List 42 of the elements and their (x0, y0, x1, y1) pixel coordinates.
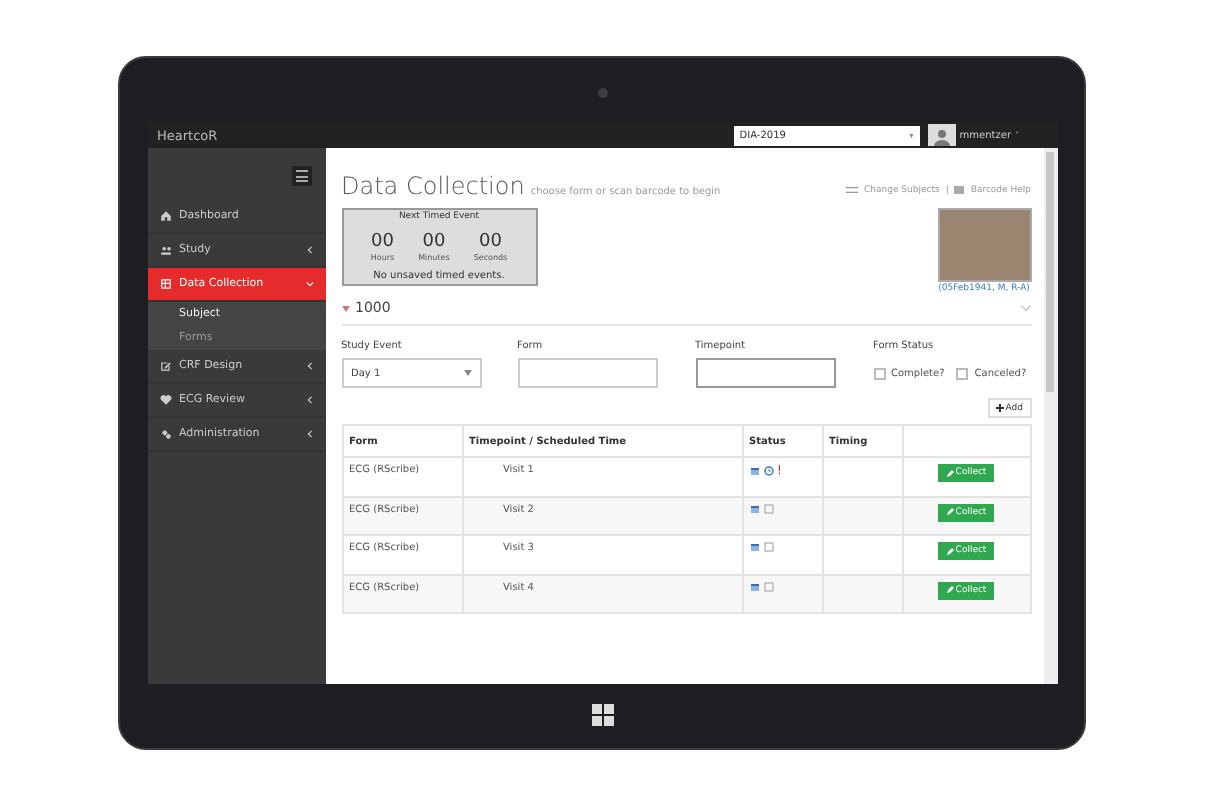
pencil-icon (945, 586, 954, 594)
chevron-icon (305, 280, 313, 288)
barcode-icon (954, 186, 965, 194)
timer-value: 00 (422, 231, 446, 251)
photo-placeholder (937, 208, 1031, 282)
calendar-icon (749, 542, 759, 552)
pencil-icon (945, 508, 954, 516)
square-icon (763, 581, 773, 591)
heart-icon (159, 394, 171, 406)
pencil-icon (945, 547, 954, 555)
timepoint-input[interactable] (695, 358, 835, 388)
timer-value: 00 (479, 231, 502, 251)
square-icon (763, 542, 773, 552)
plus-icon (995, 404, 1004, 412)
timer-value: 00 (370, 231, 394, 251)
swap-icon (846, 186, 858, 194)
menu-icon[interactable] (291, 166, 311, 186)
edit-icon (159, 360, 171, 372)
chevron-icon (305, 362, 313, 370)
grid-icon (159, 278, 171, 290)
chevron-icon (305, 430, 313, 438)
caret-icon (341, 305, 349, 311)
calendar-icon (749, 466, 759, 476)
gears-icon (159, 428, 171, 440)
calendar-icon (749, 581, 759, 591)
checkbox[interactable] (873, 367, 885, 379)
users-icon (159, 244, 171, 256)
chevron-icon (305, 246, 313, 254)
chevron-icon[interactable] (1019, 304, 1031, 312)
square-icon (763, 503, 773, 513)
chevron-icon (305, 396, 313, 404)
checkbox[interactable] (956, 367, 969, 379)
avatar-icon (927, 124, 956, 146)
form-input[interactable] (517, 358, 657, 388)
page-title: Data Collection (341, 172, 525, 200)
camera-icon (597, 88, 607, 98)
clock-icon (763, 466, 773, 476)
pencil-icon (945, 469, 954, 477)
home-icon (159, 210, 171, 222)
calendar-icon (749, 503, 759, 513)
caret-icon (463, 370, 471, 376)
windows-logo-icon[interactable] (591, 704, 613, 726)
